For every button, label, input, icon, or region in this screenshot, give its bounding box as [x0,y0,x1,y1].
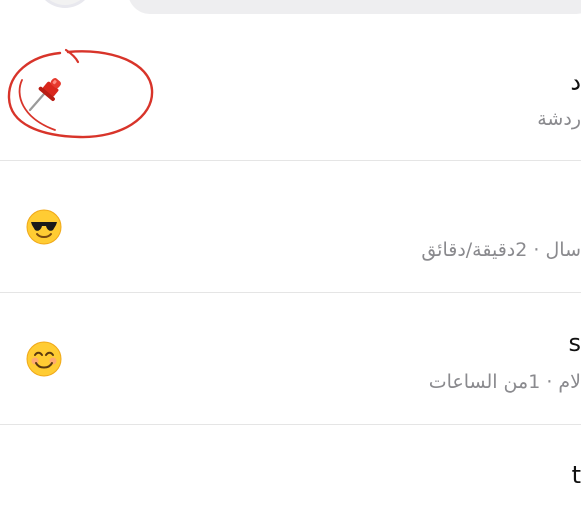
sunglasses-emoji-icon [26,209,62,245]
smiling-emoji-icon [26,341,62,377]
search-input[interactable] [128,0,581,14]
conversation-row[interactable]: t [0,425,581,507]
conversation-name: د [570,68,581,96]
conversation-subtitle: ردشة [537,108,581,130]
conversation-name: s [568,329,581,357]
conversation-subtitle: سال · 2دقيقة/دقائق [421,239,581,261]
conversation-name: t [571,461,581,489]
conversation-row[interactable]: s لام · 1من الساعات [0,293,581,424]
annotation-circle [7,48,154,139]
conversation-subtitle: لام · 1من الساعات [428,371,581,393]
chat-list-screen: د ردشة سال · 2دقيقة/دقائق s لام · 1من ال… [0,0,581,507]
profile-avatar[interactable] [36,0,94,8]
conversation-row[interactable]: سال · 2دقيقة/دقائق [0,161,581,292]
